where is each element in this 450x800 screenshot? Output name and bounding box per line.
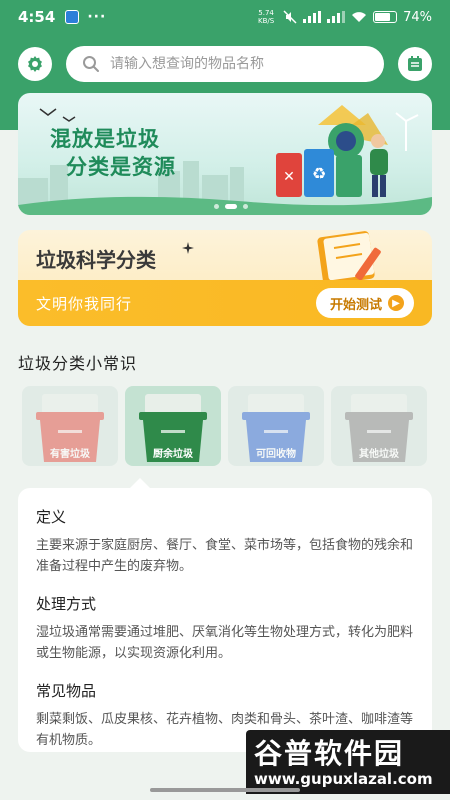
home-indicator[interactable] [150, 788, 300, 792]
app-notification-icon [65, 10, 80, 24]
bin-label: 可回收物 [256, 449, 296, 460]
process-title: 处理方式 [36, 595, 97, 613]
app-header [0, 44, 450, 84]
banner-headline-1: 混放是垃圾 [50, 127, 160, 151]
svg-text:♻: ♻ [312, 164, 326, 183]
start-test-label: 开始测试 [329, 297, 382, 313]
bin-card[interactable]: 可回收物 [228, 386, 324, 466]
quiz-subtitle: 文明你我同行 [36, 294, 133, 313]
bin-label: 厨余垃圾 [153, 449, 193, 460]
battery-suffix: % [419, 9, 432, 25]
card-pointer [130, 478, 150, 488]
bin-card[interactable]: 有害垃圾 [22, 386, 118, 466]
items-title: 常见物品 [36, 682, 97, 700]
signal-icon [303, 11, 322, 23]
gear-icon [28, 56, 42, 72]
battery-percent: 74% [403, 10, 432, 25]
search-input[interactable] [110, 56, 368, 72]
process-text: 湿垃圾通常需要通过堆肥、厌氧消化等生物处理方式，转化为肥料或生物能源，以实现资源… [36, 625, 414, 661]
test-paper-illustration [317, 231, 381, 285]
signal-2-icon [327, 11, 346, 23]
carousel-dot[interactable] [243, 204, 248, 209]
definition-text: 主要来源于家庭厨房、餐厅、食堂、菜市场等，包括食物的残余和准备过程中产生的废弃物… [36, 538, 414, 574]
bin-label: 有害垃圾 [50, 449, 90, 460]
info-card: 定义 主要来源于家庭厨房、餐厅、食堂、菜市场等，包括食物的残余和准备过程中产生的… [18, 478, 432, 752]
notes-button[interactable] [398, 47, 432, 81]
bin-category-list: 有害垃圾 厨余垃圾 可回收物 其他垃圾 [22, 386, 432, 466]
section-title: 垃圾分类小常识 [18, 354, 138, 373]
battery-value: 74 [403, 9, 420, 25]
start-test-button[interactable]: 开始测试 ▶ [315, 288, 414, 318]
wifi-icon [352, 12, 367, 22]
watermark: 谷普软件园 www.gupuxlazal.com [246, 730, 450, 794]
bin-card[interactable]: 厨余垃圾 [125, 386, 221, 466]
mute-icon [283, 10, 297, 24]
more-notifications-icon: ··· [87, 9, 107, 25]
svg-text:✕: ✕ [283, 169, 295, 185]
definition-title: 定义 [36, 508, 67, 526]
bin-card[interactable]: 其他垃圾 [331, 386, 427, 466]
carousel-dot[interactable] [225, 204, 237, 209]
search-bar[interactable] [66, 46, 384, 82]
status-right: 5.74 KB/S 74% [255, 9, 432, 25]
status-time: 4:54 [18, 8, 56, 26]
promo-banner[interactable]: ✕ ♻ 混放是垃圾 分类是资源 [18, 93, 432, 215]
network-speed: 5.74 KB/S [257, 9, 275, 25]
carousel-dot[interactable] [214, 204, 219, 209]
carousel-indicator [214, 204, 248, 209]
watermark-url: www.gupuxlazal.com [254, 770, 433, 788]
quiz-card[interactable]: 垃圾科学分类 文明你我同行 开始测试 ▶ [18, 230, 432, 326]
notepad-icon [408, 56, 422, 71]
battery-fill [375, 13, 390, 21]
watermark-title: 谷普软件园 [254, 737, 405, 770]
banner-headline-2: 分类是资源 [66, 155, 176, 179]
status-bar: 4:54 ··· 5.74 KB/S 74% [0, 0, 450, 34]
arrow-right-icon: ▶ [388, 295, 404, 311]
sparkle-icon [182, 242, 194, 254]
search-icon [83, 56, 99, 72]
quiz-strip: 文明你我同行 开始测试 ▶ [18, 280, 432, 326]
quiz-title: 垃圾科学分类 [36, 248, 156, 272]
battery-icon [373, 11, 398, 23]
bin-label: 其他垃圾 [359, 449, 399, 460]
settings-button[interactable] [18, 47, 52, 81]
